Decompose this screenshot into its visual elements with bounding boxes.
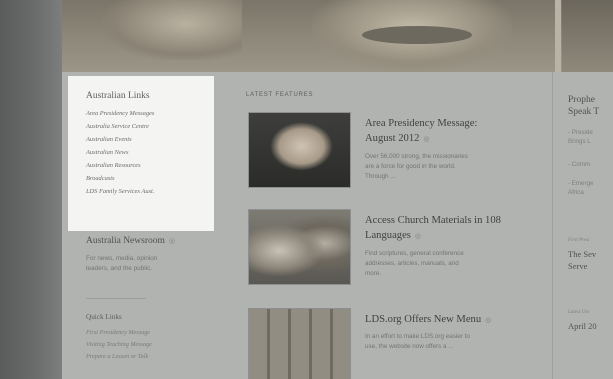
feature-title-line: Languages ◎	[365, 230, 421, 241]
feature-item: LDS.org Offers New Menu ◎ In an effort to…	[248, 308, 548, 379]
feature-item: Area Presidency Message: August 2012 ◎ Ov…	[248, 112, 548, 192]
newsroom-title: Australia Newsroom	[86, 236, 165, 246]
link-australian-news[interactable]: Australian News	[86, 149, 214, 156]
feature-description-line: Over 56,000 strong, the missionaries	[365, 153, 468, 160]
feature-title-line: August 2012 ◎	[365, 133, 430, 144]
circle-arrow-icon: ◎	[423, 135, 430, 143]
right-column-bullet-link[interactable]: - Comm	[568, 160, 590, 169]
bullet-line: - Emerge	[568, 180, 594, 187]
feature-title-link[interactable]: Access Church Materials in 108 Languages…	[365, 213, 545, 244]
right-column-title-line: Speak T	[568, 107, 600, 117]
feature-description-line: addresses, articles, manuals, and	[365, 260, 459, 267]
hero-bowl	[362, 26, 472, 44]
feature-description-line: more.	[365, 270, 382, 277]
feature-description-line: use, the website now offers a ...	[365, 343, 454, 350]
feature-thumbnail-family[interactable]	[248, 209, 351, 285]
bullet-line: Africa	[568, 189, 584, 196]
right-column: Prophe Speak T - Preside Brings L - Comm…	[562, 72, 613, 379]
newsroom-description-line: For news, media, opinion	[86, 255, 158, 262]
right-column-item-link[interactable]: April 20	[568, 320, 597, 332]
link-australian-events[interactable]: Australian Events	[86, 136, 214, 143]
feature-title-link[interactable]: LDS.org Offers New Menu ◎	[365, 312, 545, 328]
circle-arrow-icon: ◎	[168, 237, 175, 245]
column-divider	[552, 72, 553, 379]
right-column-title[interactable]: Prophe Speak T	[568, 94, 599, 118]
bullet-line: Brings L	[568, 138, 591, 145]
right-column-item-link[interactable]: The Sev Serve	[568, 248, 596, 272]
newsroom-description-line: leaders, and the public.	[86, 265, 153, 272]
feature-description-line: Through ...	[365, 173, 396, 180]
feature-description-line: are a force for good in the world.	[365, 163, 456, 170]
feature-description: Find scriptures, general conference addr…	[365, 249, 525, 279]
australian-links-panel: Australian Links Area Presidency Message…	[68, 76, 214, 231]
hero-banner-image	[62, 0, 613, 72]
bullet-line: - Preside	[568, 129, 593, 136]
divider	[86, 298, 146, 299]
feature-title-line: LDS.org Offers New Menu ◎	[365, 314, 492, 325]
australian-links-title: Australian Links	[86, 91, 150, 101]
right-column-bullet-link[interactable]: - Emerge Africa	[568, 179, 593, 197]
hero-divider	[555, 0, 561, 72]
feature-item: Access Church Materials in 108 Languages…	[248, 209, 548, 289]
newsroom-description: For news, media, opinion leaders, and th…	[86, 254, 214, 274]
right-column-bullet-link[interactable]: - Preside Brings L	[568, 128, 593, 146]
link-lds-family-services[interactable]: LDS Family Services Aust.	[86, 188, 214, 195]
australia-newsroom-section: Australia Newsroom ◎ For news, media, opi…	[86, 236, 214, 274]
bullet-line: - Comm	[568, 161, 590, 168]
hero-figure-left	[102, 0, 242, 60]
right-column-item-line: April 20	[568, 321, 597, 331]
screen-bezel	[0, 0, 62, 379]
right-column-tag: Latest Unc	[568, 310, 590, 315]
quick-links-title: Quick Links	[86, 313, 122, 321]
right-column-title-line: Prophe	[568, 95, 595, 105]
right-column-item-line: The Sev	[568, 249, 597, 259]
link-prepare-lesson[interactable]: Prepare a Lesson or Talk	[86, 353, 214, 360]
link-visiting-teaching-message[interactable]: Visiting Teaching Message	[86, 341, 214, 348]
feature-thumbnail-menu[interactable]	[248, 308, 351, 379]
circle-arrow-icon: ◎	[485, 316, 492, 324]
feature-title-line: Area Presidency Message:	[365, 118, 478, 129]
link-australian-resources[interactable]: Australian Resources	[86, 162, 214, 169]
feature-description-line: Find scriptures, general conference	[365, 250, 464, 257]
quick-links-section: Quick Links First Presidency Message Vis…	[86, 313, 214, 365]
feature-title-line: Access Church Materials in 108	[365, 215, 501, 226]
hero-figure-right	[562, 0, 613, 72]
newsroom-title-link[interactable]: Australia Newsroom ◎	[86, 236, 214, 246]
right-column-tag: First Presi	[568, 238, 590, 243]
latest-features-heading: LATEST FEATURES	[246, 92, 314, 98]
feature-title-link[interactable]: Area Presidency Message: August 2012 ◎	[365, 116, 545, 147]
circle-arrow-icon: ◎	[414, 232, 421, 240]
link-area-presidency-messages[interactable]: Area Presidency Messages	[86, 110, 214, 117]
feature-description-line: In an effort to make LDS.org easier to	[365, 333, 470, 340]
feature-description: Over 56,000 strong, the missionaries are…	[365, 152, 525, 182]
feature-thumbnail-portrait[interactable]	[248, 112, 351, 188]
feature-description: In an effort to make LDS.org easier to u…	[365, 332, 525, 352]
right-column-item-line: Serve	[568, 261, 588, 271]
link-first-presidency-message[interactable]: First Presidency Message	[86, 329, 214, 336]
link-australia-service-centre[interactable]: Australia Service Centre	[86, 123, 214, 130]
link-broadcasts[interactable]: Broadcasts	[86, 175, 214, 182]
